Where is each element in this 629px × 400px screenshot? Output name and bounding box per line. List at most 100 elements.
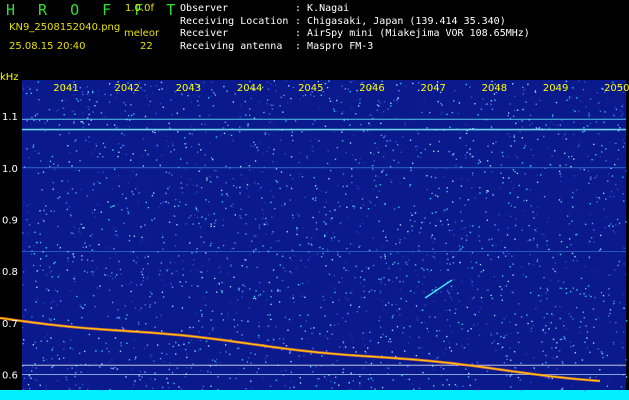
noise-pixel	[374, 142, 376, 145]
noise-pixel	[63, 348, 65, 350]
noise-pixel	[240, 217, 242, 219]
noise-pixel	[567, 215, 569, 217]
noise-pixel	[275, 379, 277, 381]
noise-pixel	[216, 291, 218, 293]
noise-pixel	[315, 138, 317, 140]
noise-pixel	[310, 353, 312, 355]
noise-pixel	[434, 316, 436, 318]
noise-pixel	[590, 295, 592, 298]
noise-pixel	[254, 160, 257, 162]
noise-pixel	[109, 389, 111, 391]
noise-pixel	[417, 319, 419, 321]
noise-pixel	[361, 297, 363, 299]
noise-pixel	[63, 357, 65, 359]
noise-pixel	[461, 220, 463, 222]
noise-pixel	[362, 130, 365, 132]
noise-pixel	[579, 100, 582, 102]
noise-pixel	[486, 219, 489, 221]
noise-pixel	[429, 111, 431, 114]
noise-pixel	[351, 154, 354, 156]
noise-pixel	[134, 188, 137, 190]
noise-pixel	[86, 389, 89, 391]
noise-pixel	[264, 132, 267, 134]
noise-pixel	[590, 178, 592, 180]
noise-pixel	[284, 153, 287, 155]
noise-pixel	[470, 260, 473, 263]
station-sep: :	[295, 28, 308, 40]
noise-pixel	[502, 155, 504, 157]
noise-pixel	[510, 205, 512, 207]
noise-pixel	[532, 154, 534, 156]
noise-pixel	[276, 276, 278, 279]
noise-pixel	[290, 187, 293, 190]
noise-pixel	[226, 258, 229, 260]
noise-pixel	[267, 325, 270, 327]
noise-pixel	[612, 341, 615, 344]
noise-pixel	[465, 144, 467, 147]
noise-pixel	[140, 271, 143, 273]
noise-pixel	[355, 185, 358, 187]
noise-pixel	[369, 340, 372, 342]
noise-pixel	[490, 294, 492, 297]
noise-pixel	[235, 377, 237, 380]
noise-pixel	[369, 114, 372, 116]
noise-pixel	[387, 108, 389, 110]
noise-pixel	[467, 267, 469, 269]
noise-pixel	[49, 271, 51, 273]
noise-pixel	[617, 188, 619, 191]
noise-pixel	[195, 312, 197, 315]
noise-pixel	[550, 279, 552, 282]
noise-pixel	[192, 263, 195, 266]
noise-pixel	[443, 175, 445, 178]
noise-pixel	[67, 192, 69, 195]
noise-pixel	[562, 281, 565, 283]
noise-pixel	[373, 179, 376, 181]
noise-pixel	[24, 309, 26, 311]
noise-pixel	[62, 180, 64, 182]
noise-pixel	[339, 346, 341, 348]
noise-pixel	[522, 273, 525, 276]
noise-pixel	[97, 171, 100, 174]
noise-pixel	[387, 367, 390, 369]
noise-pixel	[75, 192, 77, 194]
noise-pixel	[507, 227, 509, 229]
noise-pixel	[153, 192, 155, 194]
noise-pixel	[133, 235, 136, 237]
noise-pixel	[297, 284, 300, 286]
noise-pixel	[440, 102, 442, 105]
noise-pixel	[430, 269, 432, 271]
noise-pixel	[329, 100, 332, 102]
noise-pixel	[359, 157, 361, 160]
noise-pixel	[51, 358, 53, 360]
noise-pixel	[302, 95, 305, 97]
noise-pixel	[397, 161, 400, 164]
noise-pixel	[543, 316, 545, 319]
noise-pixel	[105, 177, 108, 179]
noise-pixel	[527, 240, 529, 242]
noise-pixel	[231, 248, 233, 250]
noise-pixel	[29, 203, 31, 205]
noise-pixel	[363, 279, 365, 281]
noise-pixel	[117, 235, 119, 237]
noise-pixel	[336, 359, 338, 362]
noise-pixel	[175, 198, 177, 201]
noise-pixel	[65, 379, 68, 381]
noise-pixel	[578, 80, 580, 82]
noise-pixel	[119, 350, 122, 353]
noise-pixel	[554, 305, 557, 308]
noise-pixel	[85, 246, 87, 248]
noise-pixel	[75, 169, 77, 171]
noise-pixel	[258, 321, 260, 324]
noise-pixel	[37, 172, 40, 174]
noise-pixel	[95, 350, 97, 352]
noise-pixel	[400, 297, 402, 300]
noise-pixel	[110, 206, 112, 208]
noise-pixel	[440, 220, 442, 222]
noise-pixel	[396, 252, 399, 254]
noise-pixel	[529, 239, 531, 241]
noise-pixel	[614, 163, 616, 166]
noise-pixel	[52, 181, 54, 184]
noise-pixel	[536, 260, 538, 262]
noise-pixel	[183, 137, 186, 139]
noise-pixel	[230, 205, 232, 207]
